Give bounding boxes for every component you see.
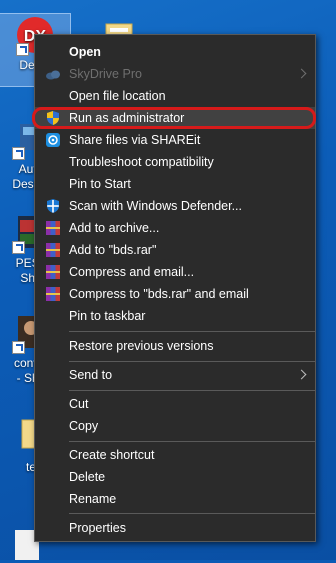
context-menu: Open SkyDrive Pro Open file location Run…: [34, 34, 316, 542]
menu-item-label: Copy: [69, 419, 99, 433]
shareit-icon: [46, 133, 60, 147]
winrar-icon: [46, 265, 60, 279]
menu-item-skydrive-pro[interactable]: SkyDrive Pro: [35, 63, 315, 85]
menu-item-label: Rename: [69, 492, 117, 506]
menu-item-open-file-location[interactable]: Open file location: [35, 85, 315, 107]
shortcut-arrow-icon: [12, 147, 25, 160]
skydrive-icon: [46, 70, 60, 80]
uac-shield-icon: [47, 111, 59, 125]
menu-item-label: Troubleshoot compatibility: [69, 155, 214, 169]
menu-separator: [69, 390, 315, 391]
menu-item-label: Run as administrator: [69, 111, 185, 125]
menu-item-add-to-bds-rar[interactable]: Add to "bds.rar": [35, 239, 315, 261]
menu-separator: [69, 331, 315, 332]
menu-item-compress-to-bds-rar-and-email[interactable]: Compress to "bds.rar" and email: [35, 283, 315, 305]
menu-item-open[interactable]: Open: [35, 41, 315, 63]
menu-item-label: SkyDrive Pro: [69, 67, 142, 81]
menu-separator: [69, 513, 315, 514]
winrar-icon: [46, 243, 60, 257]
defender-icon: [47, 199, 59, 213]
menu-item-run-as-administrator[interactable]: Run as administrator: [35, 107, 315, 129]
winrar-icon: [46, 287, 60, 301]
menu-item-label: Scan with Windows Defender...: [69, 199, 242, 213]
menu-separator: [69, 361, 315, 362]
menu-item-label: Add to "bds.rar": [69, 243, 157, 257]
menu-item-label: Send to: [69, 368, 113, 382]
menu-item-cut[interactable]: Cut: [35, 393, 315, 415]
chevron-right-icon: [296, 369, 307, 380]
menu-item-label: Pin to Start: [69, 177, 131, 191]
menu-item-troubleshoot-compatibility[interactable]: Troubleshoot compatibility: [35, 151, 315, 173]
menu-item-share-shareit[interactable]: Share files via SHAREit: [35, 129, 315, 151]
menu-item-label: Compress to "bds.rar" and email: [69, 287, 249, 301]
menu-item-label: Add to archive...: [69, 221, 160, 235]
menu-item-properties[interactable]: Properties: [35, 517, 315, 539]
menu-item-label: Open: [69, 45, 101, 59]
menu-item-pin-to-taskbar[interactable]: Pin to taskbar: [35, 305, 315, 327]
shortcut-arrow-icon: [12, 341, 25, 354]
winrar-icon: [46, 221, 60, 235]
menu-item-label: Open file location: [69, 89, 166, 103]
menu-item-label: Pin to taskbar: [69, 309, 146, 323]
menu-item-delete[interactable]: Delete: [35, 466, 315, 488]
menu-item-copy[interactable]: Copy: [35, 415, 315, 437]
menu-item-label: Share files via SHAREit: [69, 133, 201, 147]
menu-item-label: Cut: [69, 397, 89, 411]
menu-item-scan-windows-defender[interactable]: Scan with Windows Defender...: [35, 195, 315, 217]
menu-item-label: Properties: [69, 521, 126, 535]
chevron-right-icon: [296, 68, 307, 79]
menu-separator: [69, 441, 315, 442]
menu-item-rename[interactable]: Rename: [35, 488, 315, 510]
menu-item-label: Compress and email...: [69, 265, 195, 279]
menu-item-label: Delete: [69, 470, 106, 484]
menu-item-compress-and-email[interactable]: Compress and email...: [35, 261, 315, 283]
menu-item-send-to[interactable]: Send to: [35, 364, 315, 386]
menu-item-label: Restore previous versions: [69, 339, 214, 353]
menu-item-restore-previous-versions[interactable]: Restore previous versions: [35, 335, 315, 357]
menu-item-label: Create shortcut: [69, 448, 155, 462]
shortcut-arrow-icon: [16, 43, 29, 56]
menu-item-pin-to-start[interactable]: Pin to Start: [35, 173, 315, 195]
shortcut-arrow-icon: [12, 241, 25, 254]
menu-item-add-to-archive[interactable]: Add to archive...: [35, 217, 315, 239]
menu-item-create-shortcut[interactable]: Create shortcut: [35, 444, 315, 466]
